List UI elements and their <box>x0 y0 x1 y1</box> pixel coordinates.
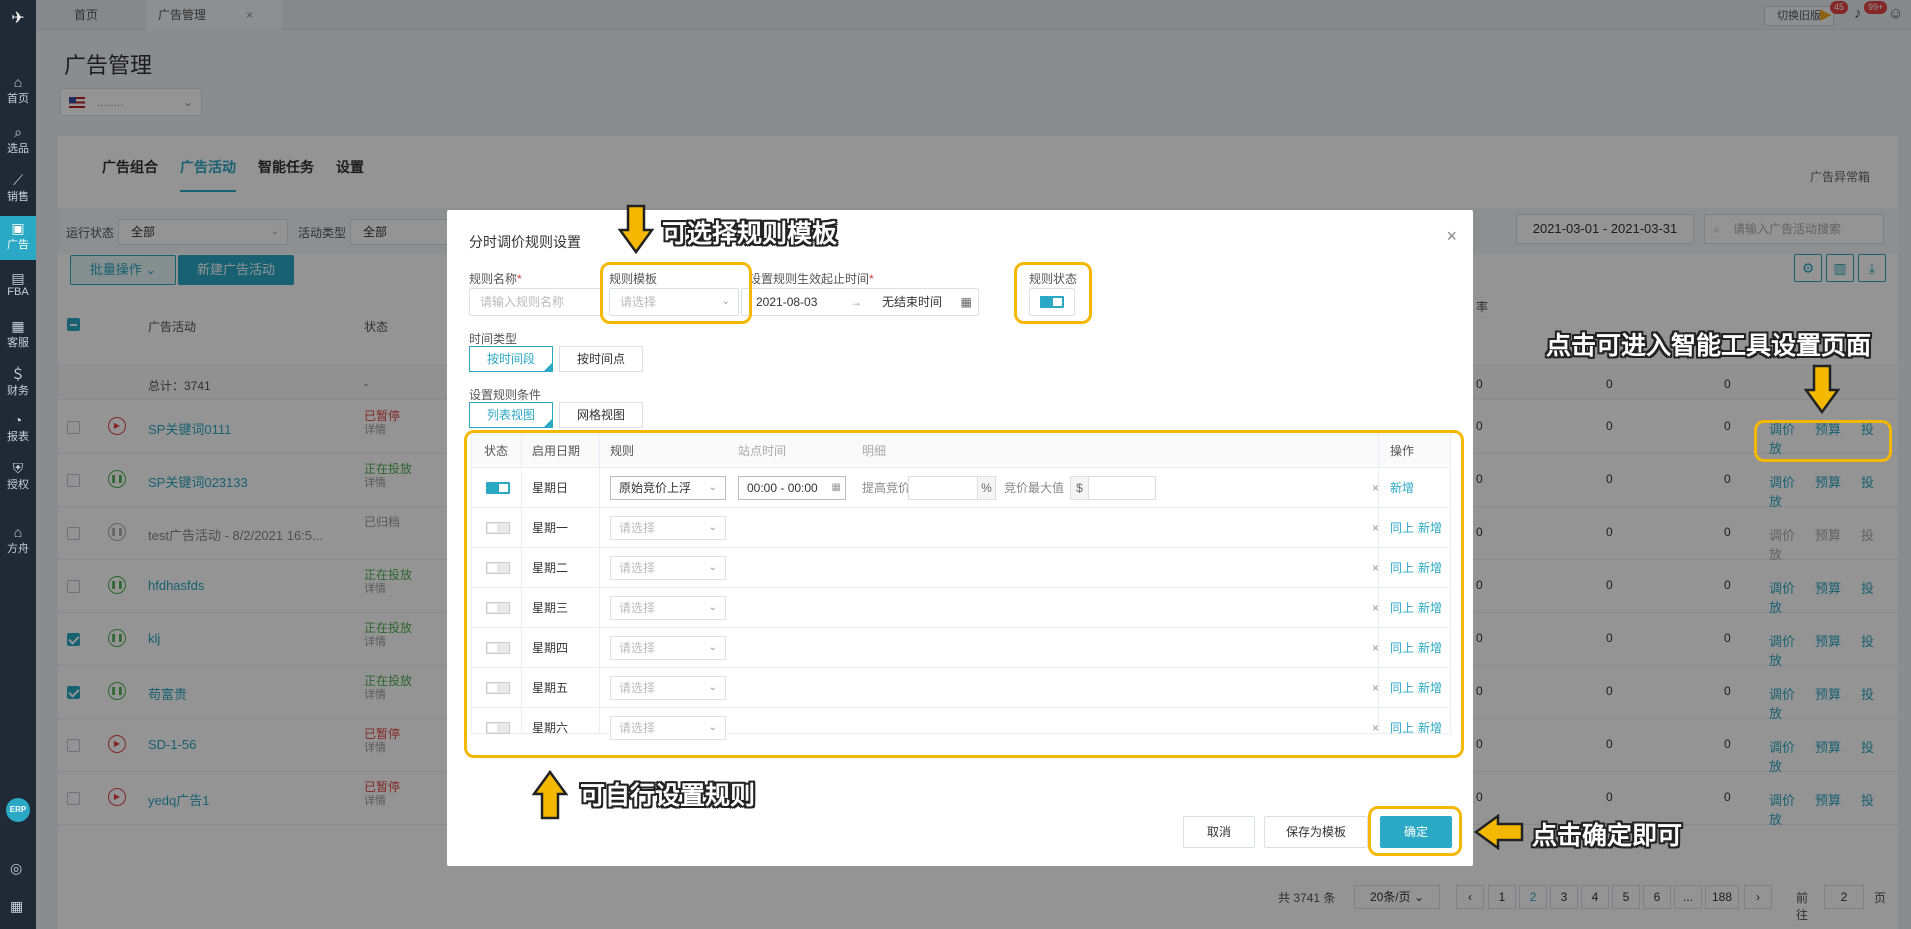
sidebar: ✈ ⌂ 首页 ⌕ 选品 ⟋ 销售 ▣ 广告 ▤ FBA ▦ 客服＄财务 ◔ 报表 ⛨ 授权 ⌂ 方舟 ERP ◎ … <box>0 0 36 929</box>
sidebar-item-4[interactable]: ▤ FBA <box>0 266 36 310</box>
rule-name-input[interactable]: 请输入规则名称 <box>469 288 603 316</box>
annotation-set-rules: 可自行设置规则 <box>580 782 756 810</box>
finance-icon: ＄ <box>11 366 25 382</box>
sidebar-item-label: 报表 <box>7 431 29 443</box>
sidebar-item-9[interactable]: ⌂ 方舟 <box>0 520 36 564</box>
effective-time-label: 设置规则生效起止时间* <box>749 272 874 286</box>
sidebar-item-2[interactable]: ⟋ 销售 <box>0 168 36 212</box>
conditions-label: 设置规则条件 <box>469 388 542 402</box>
highlight-template <box>600 262 752 324</box>
rule-name-label: 规则名称* <box>469 272 522 286</box>
highlight-ops <box>1754 420 1892 462</box>
highlight-rule-table <box>464 430 1464 758</box>
sidebar-item-label: 财务 <box>7 385 29 397</box>
chart-icon: ⟋ <box>13 172 23 188</box>
arrow-down-icon <box>618 204 654 254</box>
sidebar-item-7[interactable]: ◔ 报表 <box>0 408 36 452</box>
sidebar-item-label: 广告 <box>7 239 29 251</box>
sidebar-item-label: 授权 <box>7 479 29 491</box>
annotation-smart-tool: 点击可进入智能工具设置页面 <box>1546 332 1872 360</box>
sidebar-item-label: 客服 <box>7 337 29 349</box>
shield-icon: ⛨ <box>12 460 24 476</box>
sidebar-item-label: 选品 <box>7 143 29 155</box>
ark-icon: ⌂ <box>13 524 23 540</box>
arrow-up-icon <box>532 770 568 820</box>
calendar-icon: ▦ <box>960 295 972 309</box>
box-icon: ▤ <box>11 270 25 286</box>
time-type-period[interactable]: 按时间段 <box>469 346 553 372</box>
ad-icon: ▣ <box>11 220 25 236</box>
sidebar-item-label: FBA <box>7 286 29 298</box>
home-icon: ⌂ <box>13 74 23 90</box>
sidebar-item-6[interactable]: ＄ 财务 <box>0 362 36 406</box>
sidebar-item-label: 销售 <box>7 191 29 203</box>
sidebar-item-8[interactable]: ⛨ 授权 <box>0 456 36 500</box>
sidebar-item-3[interactable]: ▣ 广告 <box>0 216 36 260</box>
close-icon[interactable]: × <box>1446 226 1457 247</box>
arrow-left-icon <box>1474 814 1524 850</box>
time-type-point[interactable]: 按时间点 <box>559 346 643 372</box>
list-view-toggle[interactable]: 列表视图 <box>469 402 553 428</box>
highlight-confirm <box>1368 806 1462 856</box>
sidebar-item-label: 首页 <box>7 93 29 105</box>
report-icon: ◔ <box>13 412 23 428</box>
sidebar-item-0[interactable]: ⌂ 首页 <box>0 70 36 114</box>
app-logo-icon[interactable]: ✈ <box>8 8 28 28</box>
arrow-down-icon <box>1804 364 1840 414</box>
sidebar-item-5[interactable]: ▦ 客服 <box>0 314 36 358</box>
grid-view-toggle[interactable]: 网格视图 <box>559 402 643 428</box>
arrow-right-icon: → <box>850 295 862 309</box>
save-template-button[interactable]: 保存为模板 <box>1264 816 1368 848</box>
annotation-select-template: 可选择规则模板 <box>662 220 838 248</box>
search-icon: ⌕ <box>14 124 22 140</box>
help-icon[interactable]: ◎ <box>10 860 22 877</box>
sidebar-item-label: 方舟 <box>7 543 29 555</box>
modal-title: 分时调价规则设置 <box>469 234 581 250</box>
highlight-rule-status <box>1014 262 1092 324</box>
sidebar-item-1[interactable]: ⌕ 选品 <box>0 120 36 164</box>
time-type-label: 时间类型 <box>469 332 518 346</box>
gift-icon[interactable]: ▦ <box>10 898 23 915</box>
effective-date-range[interactable]: 2021-08-03 → 无结束时间 ▦ <box>741 288 979 316</box>
annotation-click-confirm: 点击确定即可 <box>1532 822 1683 850</box>
message-icon: ▦ <box>11 318 25 334</box>
erp-badge[interactable]: ERP <box>6 798 30 822</box>
cancel-button[interactable]: 取消 <box>1183 816 1255 848</box>
